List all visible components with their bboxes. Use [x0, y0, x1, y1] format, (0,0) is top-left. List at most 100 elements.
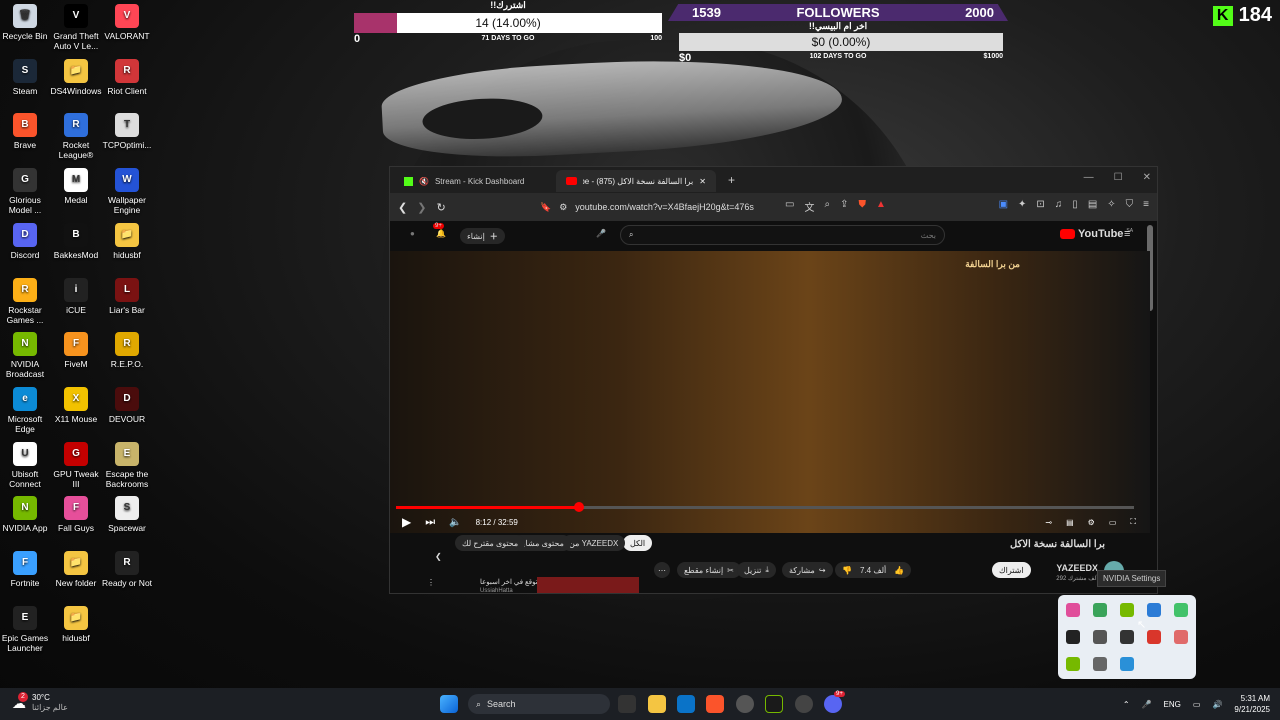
tray-app-icon[interactable]: [1147, 630, 1161, 644]
settings-icon[interactable]: ⚙: [1088, 518, 1095, 527]
download-button[interactable]: تنزيل ⤓: [737, 562, 776, 578]
extensions-icon[interactable]: ✦: [1018, 199, 1026, 210]
volume-tray-icon[interactable]: 🔊: [1212, 700, 1222, 709]
task-view-icon[interactable]: [618, 695, 636, 713]
search-box[interactable]: ⌕ بحث: [620, 225, 945, 245]
desktop-icon[interactable]: R Rockstar Games ...: [0, 274, 52, 325]
tray-app-icon[interactable]: [1120, 630, 1134, 644]
taskbar-search[interactable]: ⌕ Search: [468, 694, 610, 714]
rec-thumbnail[interactable]: [537, 577, 639, 593]
desktop-icon[interactable]: W Wallpaper Engine: [100, 164, 154, 215]
clock[interactable]: 5:31 AM 9/21/2025: [1234, 693, 1270, 715]
channel-name[interactable]: YAZEEDX: [1056, 563, 1098, 573]
close-tab-icon[interactable]: ✕: [699, 177, 706, 186]
desktop-icon[interactable]: B Brave: [0, 109, 52, 150]
desktop-icon[interactable]: e Microsoft Edge: [0, 383, 52, 434]
settings-taskbar-icon[interactable]: [795, 695, 813, 713]
new-tab-button[interactable]: +: [728, 173, 735, 187]
search-icon[interactable]: ⌕: [629, 230, 633, 240]
tray-app-icon[interactable]: [1093, 657, 1107, 671]
obs-icon[interactable]: [736, 695, 754, 713]
theater-icon[interactable]: ▭: [1109, 518, 1117, 527]
tray-app-icon[interactable]: [1093, 630, 1107, 644]
desktop-icon[interactable]: R Ready or Not: [100, 547, 154, 588]
volume-icon[interactable]: 🔈: [449, 517, 461, 528]
sidebar-icon[interactable]: ▯: [1072, 199, 1078, 210]
fullscreen-icon[interactable]: ⛶: [1130, 517, 1136, 527]
desktop-icon[interactable]: U Ubisoft Connect: [0, 438, 52, 489]
desktop-icon[interactable]: D DEVOUR: [100, 383, 154, 424]
desktop-icon[interactable]: D Discord: [0, 219, 52, 260]
file-explorer-icon[interactable]: [648, 695, 666, 713]
site-info-icon[interactable]: ⚙: [559, 202, 567, 213]
tab-youtube[interactable]: برا السالفة نسخة الاكل (875) - ube ✕: [556, 170, 716, 192]
media-icon[interactable]: ♫: [1055, 199, 1063, 210]
desktop-icon[interactable]: 📁 hidusbf: [100, 219, 154, 260]
desktop-icon[interactable]: F FiveM: [49, 328, 103, 369]
weather-widget[interactable]: ☁ 2 30°C عالم جزائنا: [12, 691, 68, 713]
forward-button[interactable]: ❯: [417, 201, 426, 214]
desktop-icon[interactable]: 📁 New folder: [49, 547, 103, 588]
mute-icon[interactable]: 🔇: [419, 177, 429, 186]
progress-scrubber[interactable]: [574, 502, 585, 512]
desktop-icon[interactable]: E Escape the Backrooms: [100, 438, 154, 489]
desktop-icon[interactable]: R Riot Client: [100, 55, 154, 96]
language-indicator[interactable]: ENG: [1164, 700, 1181, 709]
desktop-icon[interactable]: S Steam: [0, 55, 52, 96]
desktop-icon[interactable]: B BakkesMod: [49, 219, 103, 260]
tray-expand-icon[interactable]: ⌃: [1123, 700, 1130, 709]
desktop-icon[interactable]: T TCPOptimi...: [100, 109, 154, 150]
discord-taskbar-icon[interactable]: [824, 695, 842, 713]
like-icon[interactable]: 👍: [894, 566, 904, 575]
desktop-icon[interactable]: F Fall Guys: [49, 492, 103, 533]
vpn-icon[interactable]: ⛉: [1126, 199, 1134, 210]
filter-chip[interactable]: من YAZEEDX: [562, 535, 626, 551]
play-button[interactable]: ▶: [402, 515, 411, 529]
close-window-button[interactable]: ✕: [1143, 172, 1151, 183]
desktop-icon[interactable]: X X11 Mouse: [49, 383, 103, 424]
leo-icon[interactable]: ✧: [1107, 199, 1115, 210]
desktop-icon[interactable]: F Fortnite: [0, 547, 52, 588]
tray-app-icon[interactable]: [1066, 630, 1080, 644]
filter-chip[interactable]: الكل: [623, 535, 653, 551]
screenshot-icon[interactable]: ⊡: [1036, 199, 1044, 210]
video-player[interactable]: من برا السالفة ▶ ⏭ 🔈 8:12 / 32:59 ⊸ ▤ ⚙ …: [390, 251, 1150, 533]
subscribe-button[interactable]: اشتراك: [992, 562, 1031, 578]
notifications-icon[interactable]: 🔔: [436, 229, 446, 238]
youtube-logo[interactable]: YouTube SA: [1060, 228, 1133, 240]
outlook-icon[interactable]: [677, 695, 695, 713]
desktop-icon[interactable]: V Grand Theft Auto V Le...: [49, 0, 103, 51]
desktop-icon[interactable]: 🗑 Recycle Bin: [0, 0, 52, 41]
next-button[interactable]: ⏭: [425, 516, 435, 529]
voice-search-icon[interactable]: 🎤: [596, 229, 606, 238]
create-button[interactable]: إنشاء ＋: [460, 228, 505, 244]
rec-more-icon[interactable]: ⋮: [427, 578, 435, 587]
tray-app-icon[interactable]: [1066, 657, 1080, 671]
reload-button[interactable]: ↻: [436, 201, 445, 214]
tray-app-icon[interactable]: [1120, 657, 1134, 671]
brave-taskbar-icon[interactable]: [706, 695, 724, 713]
zoom-icon[interactable]: ⌕: [824, 199, 830, 214]
back-button[interactable]: ❮: [398, 201, 407, 214]
tray-app-icon[interactable]: [1093, 603, 1107, 617]
desktop-icon[interactable]: 📁 DS4Windows: [49, 55, 103, 96]
dislike-icon[interactable]: 👎: [842, 566, 852, 575]
translate-icon[interactable]: 文: [804, 199, 814, 214]
network-icon[interactable]: ▭: [1193, 700, 1201, 709]
tray-app-icon[interactable]: [1174, 630, 1188, 644]
desktop-icon[interactable]: G GPU Tweak III: [49, 438, 103, 489]
desktop-icon[interactable]: V VALORANT: [100, 0, 154, 41]
start-button[interactable]: [440, 695, 458, 713]
tray-app-icon[interactable]: [1066, 603, 1080, 617]
cast-icon[interactable]: ▭: [785, 199, 794, 214]
bookmark-icon[interactable]: 🔖: [540, 202, 551, 213]
desktop-icon[interactable]: M Medal: [49, 164, 103, 205]
desktop-icon[interactable]: S Spacewar: [100, 492, 154, 533]
desktop-icon[interactable]: E Epic Games Launcher: [0, 602, 52, 653]
menu-icon[interactable]: ≡: [1143, 199, 1149, 210]
desktop-icon[interactable]: N NVIDIA Broadcast: [0, 328, 52, 379]
tray-app-icon[interactable]: [1147, 603, 1161, 617]
maximize-button[interactable]: ☐: [1114, 172, 1123, 183]
desktop-icon[interactable]: L Liar's Bar: [100, 274, 154, 315]
minimize-button[interactable]: —: [1084, 172, 1094, 183]
